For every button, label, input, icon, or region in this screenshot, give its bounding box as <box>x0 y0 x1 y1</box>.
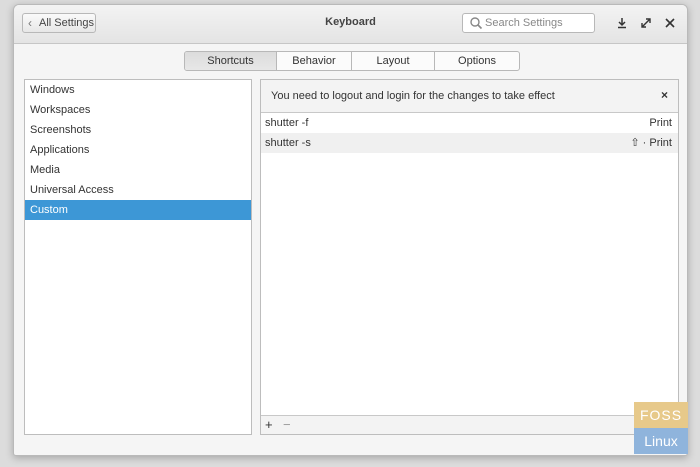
sidebar-item-applications[interactable]: Applications <box>25 140 251 160</box>
foss-linux-watermark: FOSS Linux <box>634 402 688 454</box>
sidebar-item-universal-access[interactable]: Universal Access <box>25 180 251 200</box>
tab-bar: Shortcuts Behavior Layout Options <box>184 51 520 71</box>
shortcut-key: ⇧ · Print <box>630 137 672 149</box>
info-banner: You need to logout and login for the cha… <box>261 80 678 113</box>
tab-layout[interactable]: Layout <box>351 52 434 70</box>
shortcut-command: shutter -s <box>265 137 311 149</box>
download-icon[interactable] <box>614 15 630 31</box>
sidebar-item-windows[interactable]: Windows <box>25 80 251 100</box>
action-bar: + − <box>261 415 678 434</box>
tab-options[interactable]: Options <box>434 52 519 70</box>
banner-message: You need to logout and login for the cha… <box>271 90 555 102</box>
titlebar: ‹ All Settings Keyboard <box>14 5 687 44</box>
sidebar-item-screenshots[interactable]: Screenshots <box>25 120 251 140</box>
add-shortcut-button[interactable]: + <box>265 416 273 434</box>
sidebar-item-workspaces[interactable]: Workspaces <box>25 100 251 120</box>
watermark-top: FOSS <box>634 402 688 428</box>
watermark-bottom: Linux <box>634 428 688 454</box>
shortcut-command: shutter -f <box>265 117 309 129</box>
shortcuts-panel: You need to logout and login for the cha… <box>260 79 679 435</box>
sidebar-item-custom[interactable]: Custom <box>25 200 251 220</box>
search-icon <box>470 17 483 30</box>
banner-close-icon[interactable]: × <box>661 88 668 102</box>
search-box[interactable] <box>462 13 595 33</box>
maximize-icon[interactable] <box>638 15 654 31</box>
tab-shortcuts[interactable]: Shortcuts <box>185 52 276 70</box>
remove-shortcut-button[interactable]: − <box>283 416 291 434</box>
search-input[interactable] <box>485 16 590 30</box>
close-icon[interactable] <box>662 15 678 31</box>
settings-window: ‹ All Settings Keyboard Search Settings … <box>13 4 688 456</box>
sidebar: Windows Workspaces Screenshots Applicati… <box>24 79 252 435</box>
shortcut-key: Print <box>649 117 672 129</box>
shortcut-row[interactable]: shutter -s ⇧ · Print <box>261 133 678 153</box>
tab-behavior[interactable]: Behavior <box>276 52 351 70</box>
sidebar-item-media[interactable]: Media <box>25 160 251 180</box>
shortcut-row[interactable]: shutter -f Print <box>261 113 678 133</box>
